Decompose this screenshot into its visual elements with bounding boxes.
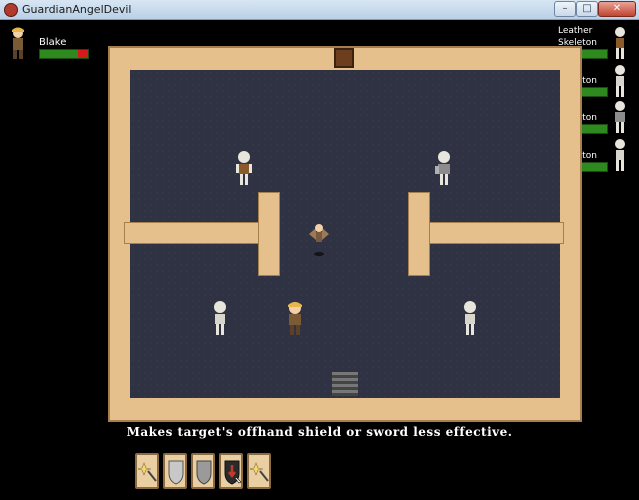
minimize-button[interactable]: –: [554, 1, 576, 17]
skeleton-sprite[interactable]: [433, 150, 455, 186]
skeleton-icon: [615, 27, 625, 59]
sparkle-icon: [138, 462, 157, 482]
action-slot-4[interactable]: [219, 453, 243, 489]
guardian-sprite[interactable]: [308, 220, 330, 256]
hero-sprite[interactable]: [284, 300, 306, 336]
game-window: GuardianAngelDevil – □ ✕ Blake Leather S…: [0, 0, 639, 500]
player-portrait: [12, 27, 24, 59]
skill-description: Makes target's offhand shield or sword l…: [126, 425, 513, 439]
window-title: GuardianAngelDevil: [22, 3, 132, 16]
skeleton-sprite[interactable]: [209, 300, 231, 336]
action-slot-2[interactable]: [163, 453, 187, 489]
right-pillar-wall: [408, 192, 430, 276]
door[interactable]: [334, 48, 354, 68]
skeleton-icon: [615, 65, 625, 97]
left-pillar-wall: [258, 192, 280, 276]
sparkle-icon: [250, 462, 269, 482]
shield-icon: [196, 460, 212, 485]
action-slot-1[interactable]: [135, 453, 159, 489]
red-shield-icon: [224, 460, 242, 485]
player-health-bar: [39, 49, 89, 59]
game-viewport[interactable]: Blake Leather Skeleton Skeleton: [0, 20, 639, 500]
right-inner-wall: [428, 222, 564, 244]
skeleton-icon: [615, 139, 625, 171]
stairs[interactable]: [332, 372, 358, 396]
player-health-loss: [78, 50, 88, 58]
close-button[interactable]: ✕: [598, 1, 636, 17]
skeleton-sprite[interactable]: [233, 150, 255, 186]
action-slot-5[interactable]: [247, 453, 271, 489]
shield-icon: [168, 460, 184, 485]
title-bar[interactable]: GuardianAngelDevil – □ ✕: [0, 0, 639, 20]
skeleton-sprite[interactable]: [459, 300, 481, 336]
action-slot-3[interactable]: [191, 453, 215, 489]
app-icon: [4, 3, 18, 17]
skeleton-icon: [615, 101, 625, 133]
maximize-button[interactable]: □: [576, 1, 598, 17]
enemy-1-type: Leather: [558, 26, 593, 36]
player-name: Blake: [39, 37, 67, 48]
left-inner-wall: [124, 222, 276, 244]
